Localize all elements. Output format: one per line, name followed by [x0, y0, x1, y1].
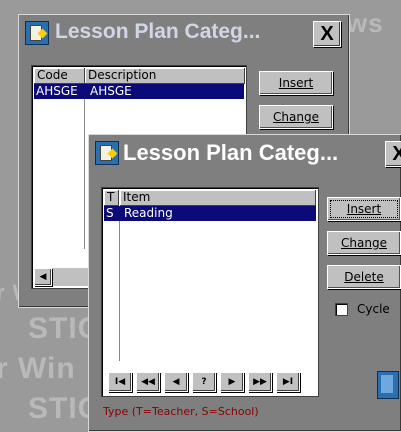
back-col-divider — [84, 99, 85, 249]
back-col-description[interactable]: Description — [85, 68, 245, 84]
scroll-left-button[interactable]: ◀ — [34, 268, 52, 286]
nav-last-button[interactable]: ▶I — [276, 372, 300, 392]
back-window-title: Lesson Plan Categ... — [55, 20, 261, 43]
delete-button[interactable]: Delete — [327, 265, 401, 289]
change-button[interactable]: Change — [327, 231, 401, 255]
front-list-row[interactable]: S Reading — [104, 206, 316, 221]
lesson-plan-icon — [25, 21, 49, 45]
nav-next-button[interactable]: ▶ — [220, 372, 244, 392]
front-item-list[interactable]: T Item S Reading I◀ ◀◀ ◀ ? ▶ ▶▶ ▶I — [101, 187, 319, 397]
nav-prior-button[interactable]: ◀ — [164, 372, 188, 392]
front-close-button[interactable]: X — [385, 141, 401, 167]
back-window-titlebar[interactable]: Lesson Plan Categ... X — [19, 15, 349, 49]
type-legend: Type (T=Teacher, S=School) — [103, 405, 259, 418]
cycle-label[interactable]: Cycle — [357, 302, 390, 316]
front-col-item[interactable]: Item — [120, 190, 316, 206]
nav-next-page-button[interactable]: ▶▶ — [248, 372, 272, 392]
front-window: Lesson Plan Categ... X T Item S Reading … — [88, 134, 401, 432]
back-row-description: AHSGE — [90, 84, 132, 98]
back-col-code[interactable]: Code — [34, 68, 85, 84]
front-row-item: Reading — [124, 206, 173, 220]
back-insert-button[interactable]: Insert — [259, 71, 333, 95]
record-navigator: I◀ ◀◀ ◀ ? ▶ ▶▶ ▶I — [104, 370, 314, 392]
exit-door-icon[interactable] — [377, 371, 399, 399]
front-window-titlebar[interactable]: Lesson Plan Categ... X — [89, 135, 401, 169]
nav-help-button[interactable]: ? — [192, 372, 216, 392]
back-close-button[interactable]: X — [313, 21, 341, 47]
nav-prior-page-button[interactable]: ◀◀ — [136, 372, 160, 392]
back-change-button[interactable]: Change — [259, 105, 333, 129]
front-window-title: Lesson Plan Categ... — [123, 140, 339, 165]
front-col-type[interactable]: T — [104, 190, 119, 206]
front-col-divider — [119, 221, 120, 361]
lesson-plan-icon — [95, 141, 119, 165]
front-row-type: S — [106, 206, 114, 220]
cycle-checkbox[interactable] — [335, 303, 348, 316]
background-text-4: r Win — [0, 352, 76, 385]
back-list-row[interactable]: AHSGE AHSGE — [34, 84, 244, 99]
nav-first-button[interactable]: I◀ — [108, 372, 132, 392]
insert-button[interactable]: Insert — [327, 197, 401, 221]
back-row-code: AHSGE — [36, 84, 78, 98]
